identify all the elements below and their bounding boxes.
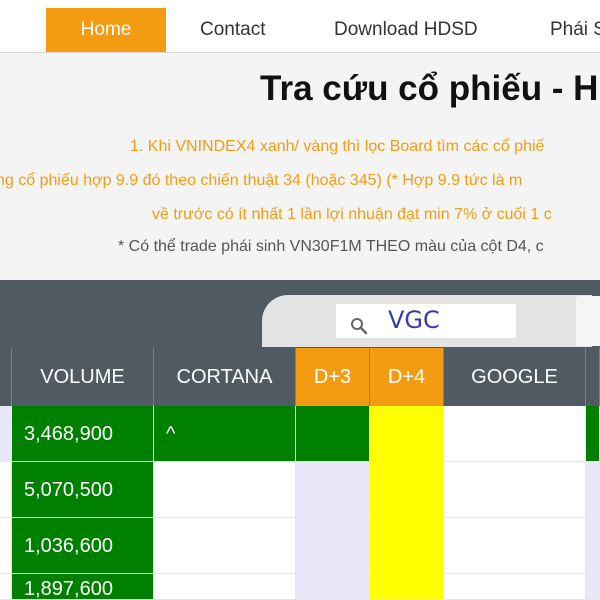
search-icon[interactable] — [350, 317, 368, 335]
cortana-cell — [154, 574, 296, 600]
header-d3[interactable]: D+3 — [296, 348, 370, 406]
d4-cell — [370, 574, 444, 600]
table-cell — [586, 574, 600, 600]
search-value: VGC — [388, 306, 440, 334]
table-cell — [0, 462, 12, 518]
volume-cell: 5,070,500 — [12, 462, 154, 518]
table-cell — [0, 406, 12, 462]
google-cell — [444, 518, 586, 574]
top-nav: Home Contact Download HDSD Phái S — [0, 0, 600, 53]
d4-cell — [370, 406, 444, 462]
volume-cell: 1,897,600 — [12, 574, 154, 600]
d4-cell — [370, 518, 444, 574]
header-cortana[interactable]: CORTANA — [154, 348, 296, 406]
instruction-line-3: về trước có ít nhất 1 lần lợi nhuận đạt … — [152, 206, 552, 223]
d3-cell — [296, 574, 370, 600]
table-cell — [586, 406, 600, 462]
header-prev-column — [0, 348, 12, 406]
instruction-line-1: 1. Khi VNINDEX4 xanh/ vàng thì lọc Board… — [130, 138, 545, 155]
table-cell — [586, 518, 600, 574]
google-cell — [444, 574, 586, 600]
volume-cell: 1,036,600 — [12, 518, 154, 574]
volume-value: 1,897,600 — [24, 578, 113, 600]
d3-cell — [296, 518, 370, 574]
d3-cell — [296, 462, 370, 518]
header-google[interactable]: GOOGLE — [444, 348, 586, 406]
nav-home[interactable]: Home — [46, 8, 166, 52]
header-section: Tra cứu cổ phiếu - H 1. Khi VNINDEX4 xan… — [0, 53, 600, 280]
d4-cell — [370, 462, 444, 518]
google-cell — [444, 406, 586, 462]
nav-contact[interactable]: Contact — [200, 8, 265, 52]
table-cell — [0, 574, 12, 600]
header-next-column — [586, 348, 600, 406]
cortana-cell: ^ — [154, 406, 296, 462]
d3-cell — [296, 406, 370, 462]
volume-cell: 3,468,900 — [12, 406, 154, 462]
nav-download-hdsd[interactable]: Download HDSD — [334, 8, 478, 52]
page-title: Tra cứu cổ phiếu - H — [260, 69, 599, 108]
header-volume[interactable]: VOLUME — [12, 348, 154, 406]
nav-phai-sinh[interactable]: Phái S — [550, 8, 600, 52]
cortana-cell — [154, 462, 296, 518]
cortana-cell — [154, 518, 296, 574]
table-cell — [0, 518, 12, 574]
google-cell — [444, 462, 586, 518]
table-cell — [586, 462, 600, 518]
instruction-note: * Có thể trade phái sinh VN30F1M THEO mà… — [118, 238, 544, 255]
header-d4[interactable]: D+4 — [370, 348, 444, 406]
instruction-line-2: ng cổ phiếu hợp 9.9 đó theo chiến thuật … — [0, 172, 523, 189]
search-button[interactable] — [576, 296, 600, 346]
